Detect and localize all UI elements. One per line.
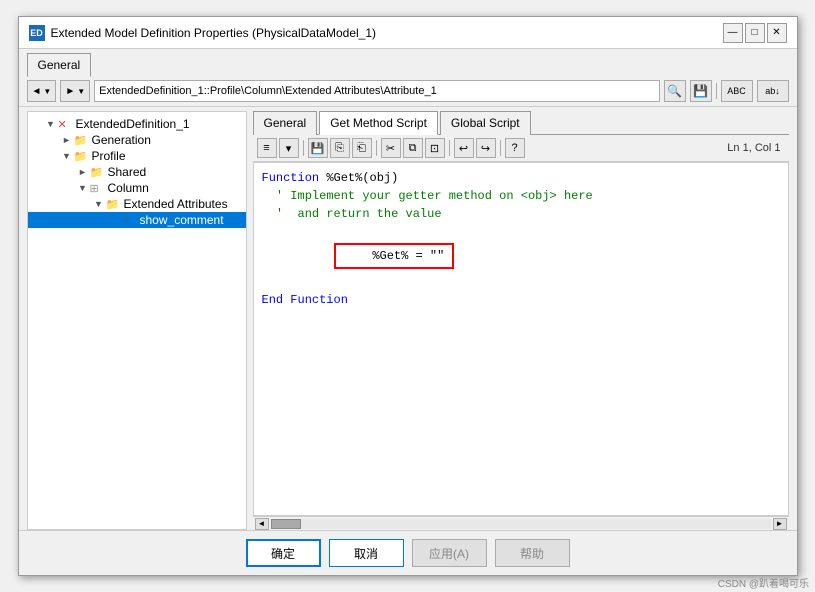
inner-toolbar: ≡ ▾ 💾 ⎘ ⎗ ✂ ⧉ ⊡ ↩ ↪ ? Ln 1, Col 1 bbox=[253, 135, 789, 162]
scroll-track[interactable] bbox=[271, 519, 771, 529]
save-button[interactable]: 💾 bbox=[690, 80, 712, 102]
dialog-title: Extended Model Definition Properties (Ph… bbox=[51, 26, 377, 40]
format-btn[interactable]: ≡ bbox=[257, 138, 277, 158]
apply-button[interactable]: 应用(A) bbox=[412, 539, 487, 567]
code-line-4: %Get% = "" bbox=[262, 223, 780, 287]
cancel-button[interactable]: 取消 bbox=[329, 539, 404, 567]
toggle-icon[interactable]: ▼ bbox=[76, 183, 90, 193]
tree-item-label: Column bbox=[108, 181, 149, 195]
toggle-icon[interactable]: ▼ bbox=[60, 151, 74, 161]
path-input[interactable] bbox=[94, 80, 659, 102]
inner-tab-bar: General Get Method Script Global Script bbox=[253, 111, 789, 135]
tree-item-label: Generation bbox=[92, 133, 151, 147]
tree-item-label: Extended Attributes bbox=[124, 197, 228, 211]
search-icon: 🔍 bbox=[667, 84, 682, 98]
forward-arrow-icon: ► bbox=[65, 86, 75, 97]
table-icon: ⊞ bbox=[90, 182, 106, 195]
tab-global-script[interactable]: Global Script bbox=[440, 111, 531, 135]
forward-button[interactable]: ► ▼ bbox=[60, 80, 90, 102]
maximize-button[interactable]: □ bbox=[745, 23, 765, 43]
tree-item-label: ExtendedDefinition_1 bbox=[76, 117, 190, 131]
ln-col-label: Ln 1, Col 1 bbox=[727, 142, 784, 154]
paste-btn[interactable]: ⎗ bbox=[352, 138, 372, 158]
tab-get-method[interactable]: Get Method Script bbox=[319, 111, 438, 135]
sep2 bbox=[376, 140, 377, 156]
tree-item-generation[interactable]: ► 📁 Generation bbox=[28, 132, 246, 148]
app-icon: ED bbox=[29, 25, 45, 41]
folder-icon: 📁 bbox=[74, 150, 90, 163]
toggle-icon[interactable]: ▼ bbox=[44, 119, 58, 129]
tree-panel: ▼ ✕ ExtendedDefinition_1 ► 📁 Generation … bbox=[27, 111, 247, 530]
tree-item-label: show_comment bbox=[140, 213, 224, 227]
right-panel: General Get Method Script Global Script … bbox=[253, 111, 789, 530]
tree-item-extended-attrs[interactable]: ▼ 📁 Extended Attributes bbox=[28, 196, 246, 212]
help-btn[interactable]: ? bbox=[505, 138, 525, 158]
code-line-3: ' and return the value bbox=[262, 205, 780, 223]
toggle-icon[interactable]: ► bbox=[60, 135, 74, 145]
tab-general[interactable]: General bbox=[253, 111, 318, 135]
highlighted-code: %Get% = "" bbox=[334, 243, 455, 269]
back-dropdown-icon: ▼ bbox=[43, 87, 51, 96]
tree-item-extended-def[interactable]: ▼ ✕ ExtendedDefinition_1 bbox=[28, 116, 246, 132]
folder-icon: 📁 bbox=[74, 134, 90, 147]
tab-general[interactable]: General bbox=[27, 53, 92, 77]
save-btn[interactable]: 💾 bbox=[308, 138, 328, 158]
folder-icon: 📁 bbox=[90, 166, 106, 179]
code-line-1: Function Function %Get%(obj)%Get%(obj) bbox=[262, 169, 780, 187]
item-icon: ✕ bbox=[58, 118, 74, 131]
sep bbox=[716, 83, 717, 99]
forward-dropdown-icon: ▼ bbox=[77, 87, 85, 96]
scroll-right-btn[interactable]: ► bbox=[773, 518, 787, 530]
help-button[interactable]: 帮助 bbox=[495, 539, 570, 567]
tree-item-show-comment[interactable]: ✕ show_comment bbox=[28, 212, 246, 228]
redo-btn[interactable]: ↪ bbox=[476, 138, 496, 158]
search-button[interactable]: 🔍 bbox=[664, 80, 686, 102]
title-bar-left: ED Extended Model Definition Properties … bbox=[29, 25, 377, 41]
scroll-left-btn[interactable]: ◄ bbox=[255, 518, 269, 530]
abc-button[interactable]: ABC bbox=[721, 80, 753, 102]
main-content: ▼ ✕ ExtendedDefinition_1 ► 📁 Generation … bbox=[19, 107, 797, 530]
horizontal-scrollbar[interactable]: ◄ ► bbox=[253, 516, 789, 530]
back-arrow-icon: ◄ bbox=[32, 86, 42, 97]
title-bar: ED Extended Model Definition Properties … bbox=[19, 17, 797, 49]
code-line-5: End Function bbox=[262, 291, 780, 309]
dialog: ED Extended Model Definition Properties … bbox=[18, 16, 798, 576]
tree-item-label: Shared bbox=[108, 165, 147, 179]
code-editor[interactable]: Function Function %Get%(obj)%Get%(obj) '… bbox=[253, 162, 789, 516]
ok-button[interactable]: 确定 bbox=[246, 539, 321, 567]
copy2-btn[interactable]: ⧉ bbox=[403, 138, 423, 158]
watermark: CSDN @趴着喝可乐 bbox=[718, 575, 809, 590]
tree-item-column[interactable]: ▼ ⊞ Column bbox=[28, 180, 246, 196]
tree-item-shared[interactable]: ► 📁 Shared bbox=[28, 164, 246, 180]
item-icon: ✕ bbox=[122, 214, 138, 227]
back-button[interactable]: ◄ ▼ bbox=[27, 80, 57, 102]
dropdown-btn[interactable]: ▾ bbox=[279, 138, 299, 158]
folder-icon: 📁 bbox=[106, 198, 122, 211]
minimize-button[interactable]: — bbox=[723, 23, 743, 43]
code-line-2: ' Implement your getter method on <obj> … bbox=[262, 187, 780, 205]
cut-btn[interactable]: ✂ bbox=[381, 138, 401, 158]
bottom-bar: 确定 取消 应用(A) 帮助 bbox=[19, 530, 797, 575]
tree-item-profile[interactable]: ▼ 📁 Profile bbox=[28, 148, 246, 164]
scroll-thumb[interactable] bbox=[271, 519, 301, 529]
save-icon: 💾 bbox=[693, 84, 708, 98]
outer-tab-bar: General bbox=[19, 49, 797, 76]
toolbar: ◄ ▼ ► ▼ 🔍 💾 ABC ab↓ bbox=[19, 76, 797, 107]
sep3 bbox=[449, 140, 450, 156]
clipboard-btn[interactable]: ⊡ bbox=[425, 138, 445, 158]
copy-btn[interactable]: ⎘ bbox=[330, 138, 350, 158]
close-button[interactable]: ✕ bbox=[767, 23, 787, 43]
sep4 bbox=[500, 140, 501, 156]
ab-button[interactable]: ab↓ bbox=[757, 80, 789, 102]
toggle-icon[interactable]: ▼ bbox=[92, 199, 106, 209]
toggle-icon[interactable]: ► bbox=[76, 167, 90, 177]
sep1 bbox=[303, 140, 304, 156]
title-buttons: — □ ✕ bbox=[723, 23, 787, 43]
undo-btn[interactable]: ↩ bbox=[454, 138, 474, 158]
tree-item-label: Profile bbox=[92, 149, 126, 163]
